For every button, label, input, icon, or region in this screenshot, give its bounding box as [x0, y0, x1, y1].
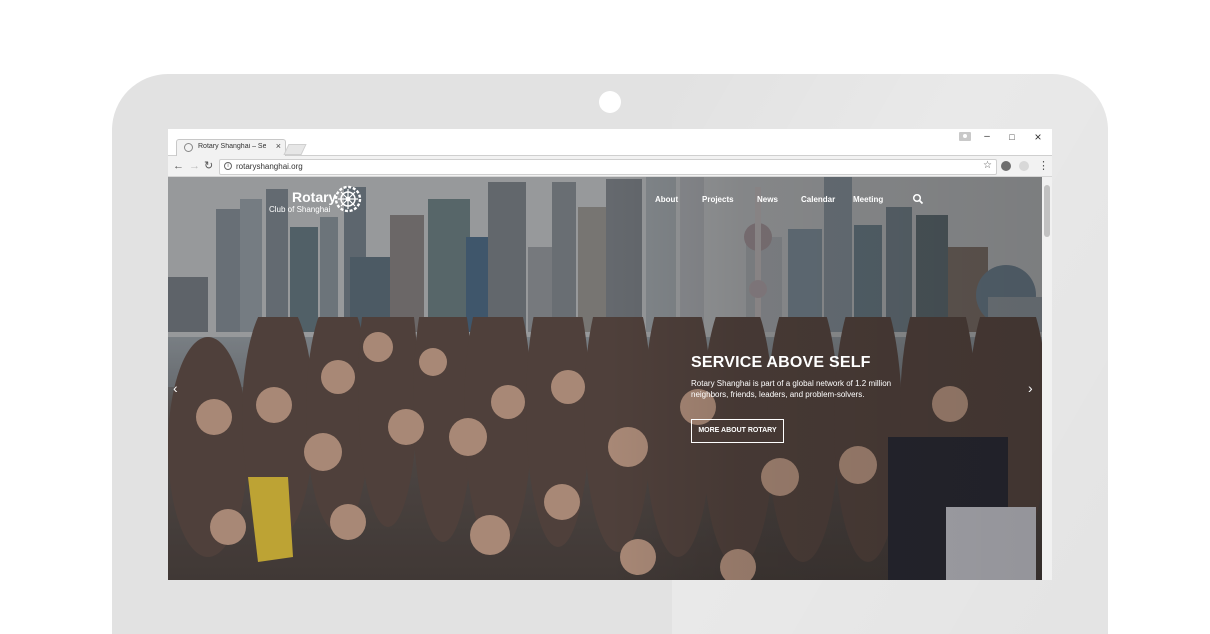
nav-about[interactable]: About: [655, 195, 678, 204]
hero-title: SERVICE ABOVE SELF: [691, 354, 871, 371]
camera-icon: [599, 91, 621, 113]
reload-icon[interactable]: ↻: [204, 158, 213, 174]
profile-icon[interactable]: [959, 132, 971, 141]
carousel-prev-arrow-icon[interactable]: ‹: [173, 380, 178, 396]
kebab-menu-icon[interactable]: ⋮: [1038, 158, 1049, 174]
new-tab-button[interactable]: [283, 144, 307, 155]
logo-subtitle[interactable]: Club of Shanghai: [269, 205, 330, 214]
logo-title[interactable]: Rotary: [292, 189, 336, 205]
url-text: rotaryshanghai.org: [236, 162, 303, 171]
extension-icon[interactable]: [1019, 161, 1029, 171]
browser-tab[interactable]: Rotary Shanghai – Servic ×: [176, 139, 286, 156]
forward-arrow-icon[interactable]: →: [189, 158, 200, 174]
nav-meeting[interactable]: Meeting: [853, 195, 883, 204]
close-window-button[interactable]: ×: [1031, 129, 1045, 145]
hero-description: Rotary Shanghai is part of a global netw…: [691, 379, 892, 399]
rotary-wheel-icon[interactable]: [334, 185, 362, 213]
browser-window: Rotary Shanghai – Servic × – □ × ← → ↻ i…: [168, 129, 1052, 580]
more-about-rotary-button[interactable]: MORE ABOUT ROTARY: [691, 419, 784, 443]
site-info-icon[interactable]: i: [224, 162, 232, 170]
star-icon[interactable]: ☆: [983, 160, 992, 171]
maximize-button[interactable]: □: [1005, 129, 1019, 145]
hero-section: Rotary Club of Shanghai About Projects N…: [168, 177, 1042, 580]
carousel-next-arrow-icon[interactable]: ›: [1028, 380, 1033, 396]
nav-news[interactable]: News: [757, 195, 778, 204]
browser-toolbar: ← → ↻ i rotaryshanghai.org ☆ ⋮: [168, 156, 1052, 177]
search-icon[interactable]: [912, 193, 924, 205]
nav-projects[interactable]: Projects: [702, 195, 734, 204]
favicon-icon: [184, 143, 193, 152]
tab-bar: Rotary Shanghai – Servic × – □ ×: [168, 129, 1052, 156]
minimize-button[interactable]: –: [980, 129, 994, 145]
wordpress-extension-icon[interactable]: [1001, 161, 1011, 171]
scrollbar-thumb[interactable]: [1044, 185, 1050, 237]
nav-calendar[interactable]: Calendar: [801, 195, 835, 204]
tab-title: Rotary Shanghai – Servic: [198, 143, 266, 150]
address-bar[interactable]: i rotaryshanghai.org ☆: [219, 159, 997, 175]
page-scrollbar[interactable]: [1042, 177, 1052, 580]
back-arrow-icon[interactable]: ←: [173, 158, 184, 174]
tab-close-button[interactable]: ×: [276, 141, 281, 151]
